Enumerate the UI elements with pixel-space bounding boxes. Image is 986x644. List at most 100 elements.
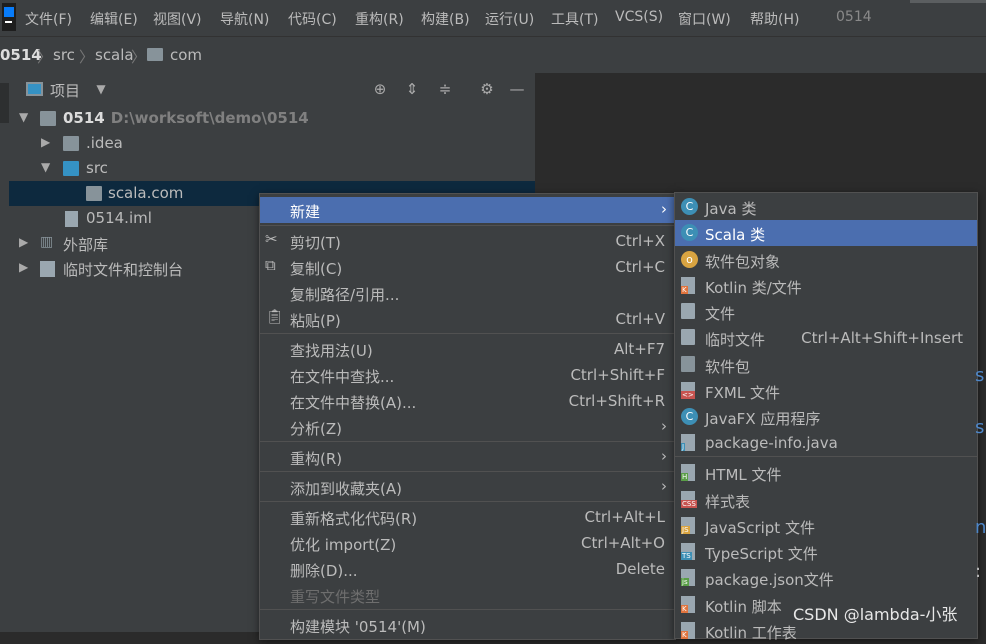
chevron-down-icon[interactable]: ▼ [19, 110, 28, 124]
chevron-right-icon: › [661, 477, 667, 495]
menu-item-shortcut: Ctrl+Shift+F [570, 366, 665, 384]
project-tool-tab[interactable] [0, 83, 9, 123]
menu-item-find-usages[interactable]: 查找用法(U) Alt+F7 [260, 336, 675, 362]
menu-vcs[interactable]: VCS(S) [615, 9, 663, 25]
menu-tools[interactable]: 工具(T) [551, 9, 598, 29]
tree-item-src[interactable]: ▼ src [9, 156, 535, 181]
menu-item-optimize-imports[interactable]: 优化 import(Z) Ctrl+Alt+O [260, 530, 675, 556]
menu-run[interactable]: 运行(U) [485, 9, 534, 29]
view-dropdown-icon[interactable]: ▼ [92, 80, 110, 98]
scratch-file-icon [681, 329, 695, 345]
submenu-item[interactable]: C Scala 类 [675, 220, 977, 246]
menu-item-add-to-favorites[interactable]: 添加到收藏夹(A) › [260, 474, 675, 500]
chevron-right-icon[interactable]: ▶ [19, 235, 28, 249]
css-file-icon: CSS [681, 491, 697, 508]
breadcrumb-item-src[interactable]: src [53, 46, 75, 64]
submenu-item[interactable]: CSS 样式表 [675, 487, 977, 513]
breadcrumb-separator-icon: 〉 [79, 48, 95, 66]
menu-item-label: 剪切(T) [290, 234, 341, 252]
submenu-item[interactable]: JS JavaScript 文件 [675, 513, 977, 539]
expand-all-icon[interactable]: ⇕ [403, 80, 421, 98]
menu-item-shortcut: Ctrl+C [615, 258, 665, 276]
menu-item-build-module[interactable]: 构建模块 '0514'(M) [260, 612, 675, 638]
submenu-item-label: JavaScript 文件 [705, 519, 815, 537]
submenu-item-label: 文件 [705, 305, 736, 323]
menu-item-cut[interactable]: ✂ 剪切(T) Ctrl+X [260, 228, 675, 254]
menu-window[interactable]: 窗口(W) [678, 9, 731, 29]
submenu-item[interactable]: <> FXML 文件 [675, 378, 977, 404]
javascript-file-icon: JS [681, 517, 695, 534]
tree-item-idea[interactable]: ▶ .idea [9, 131, 535, 156]
menu-view[interactable]: 视图(V) [153, 9, 202, 29]
menu-help[interactable]: 帮助(H) [750, 9, 799, 29]
tree-item-module[interactable]: ▼ 0514 D:\worksoft\demo\0514 [9, 106, 535, 131]
kotlin-script-icon-badge: K [681, 605, 688, 613]
menu-item-delete[interactable]: 删除(D)... Delete [260, 556, 675, 582]
breadcrumb-item-scala[interactable]: scala [95, 46, 134, 64]
menu-item-shortcut: Delete [615, 560, 665, 578]
locate-file-icon[interactable]: ⊕ [371, 80, 389, 98]
css-file-icon-badge: CSS [681, 500, 697, 508]
menu-edit[interactable]: 编辑(E) [90, 9, 138, 29]
project-panel-header: 项目 ▼ ⊕ ⇕ ≑ ⚙ — [9, 73, 535, 105]
submenu-item-label: HTML 文件 [705, 466, 782, 484]
menu-item-copy[interactable]: ⧉ 复制(C) Ctrl+C [260, 254, 675, 280]
menu-item-label: 在文件中查找... [290, 368, 395, 386]
menu-item-copy-path[interactable]: 复制路径/引用... [260, 280, 675, 306]
menu-item-find-in-files[interactable]: 在文件中查找... Ctrl+Shift+F [260, 362, 675, 388]
submenu-item[interactable]: 临时文件 Ctrl+Alt+Shift+Insert [675, 325, 977, 351]
minimize-icon[interactable]: — [508, 80, 526, 98]
menu-item-analyze[interactable]: 分析(Z) › [260, 414, 675, 440]
scratches-icon [40, 261, 55, 277]
submenu-item[interactable]: js package.json文件 [675, 565, 977, 591]
menu-code[interactable]: 代码(C) [288, 9, 337, 29]
menu-item-label: 复制路径/引用... [290, 286, 400, 304]
submenu-item[interactable]: 软件包 [675, 352, 977, 378]
package-folder-icon [681, 356, 695, 372]
package-info-icon: J [681, 434, 695, 451]
html-file-icon-badge: H [681, 473, 689, 481]
collapse-all-icon[interactable]: ≑ [436, 80, 454, 98]
menu-file[interactable]: 文件(F) [25, 9, 72, 29]
menu-item-reformat-code[interactable]: 重新格式化代码(R) Ctrl+Alt+L [260, 504, 675, 530]
menu-item-label: 删除(D)... [290, 562, 358, 580]
submenu-item[interactable]: TS TypeScript 文件 [675, 539, 977, 565]
menu-item-label: 优化 import(Z) [290, 536, 397, 554]
breadcrumb: 0514 〉 src 〉 scala 〉 com [0, 36, 986, 74]
submenu-item[interactable]: 文件 [675, 299, 977, 325]
submenu-item[interactable]: C JavaFX 应用程序 [675, 404, 977, 430]
tree-item-label: .idea [86, 134, 123, 152]
submenu-item[interactable]: H HTML 文件 [675, 460, 977, 486]
tree-item-label: src [86, 159, 108, 177]
submenu-item-label: 样式表 [705, 493, 751, 511]
submenu-item-shortcut: Ctrl+Alt+Shift+Insert [801, 329, 963, 347]
breadcrumb-separator-icon: 〉 [131, 48, 147, 66]
gear-icon[interactable]: ⚙ [478, 80, 496, 98]
breadcrumb-item-project[interactable]: 0514 [0, 46, 42, 64]
menu-build[interactable]: 构建(B) [421, 9, 470, 29]
submenu-item[interactable]: o 软件包对象 [675, 247, 977, 273]
tree-item-path: D:\worksoft\demo\0514 [110, 109, 309, 127]
submenu-item[interactable]: C Java 类 [675, 194, 977, 220]
scissors-icon: ✂ [265, 230, 278, 248]
submenu-item[interactable]: Jpackage-info.java [675, 430, 977, 456]
menu-item-replace-in-files[interactable]: 在文件中替换(A)... Ctrl+Shift+R [260, 388, 675, 414]
breadcrumb-item-com[interactable]: com [170, 46, 202, 64]
menu-item-new[interactable]: 新建 › [260, 197, 675, 223]
submenu-item-label: 软件包 [705, 358, 751, 376]
title-strip [910, 0, 986, 3]
chevron-right-icon[interactable]: ▶ [41, 135, 50, 149]
submenu-item[interactable]: K Kotlin 类/文件 [675, 273, 977, 299]
menu-navigate[interactable]: 导航(N) [220, 9, 269, 29]
menu-item-label: 重写文件类型 [290, 588, 381, 606]
menu-refactor[interactable]: 重构(R) [355, 9, 404, 29]
menu-item-paste[interactable]: 📋︎ 粘贴(P) Ctrl+V [260, 306, 675, 332]
chevron-down-icon[interactable]: ▼ [41, 160, 50, 174]
left-tool-strip [0, 73, 9, 632]
nodejs-icon: js [681, 569, 695, 586]
main-menu-bar: 文件(F) 编辑(E) 视图(V) 导航(N) 代码(C) 重构(R) 构建(B… [0, 0, 986, 36]
chevron-right-icon: › [661, 417, 667, 435]
chevron-right-icon[interactable]: ▶ [19, 260, 28, 274]
menu-item-refactor[interactable]: 重构(R) › [260, 444, 675, 470]
menu-item-label: 粘贴(P) [290, 312, 341, 330]
